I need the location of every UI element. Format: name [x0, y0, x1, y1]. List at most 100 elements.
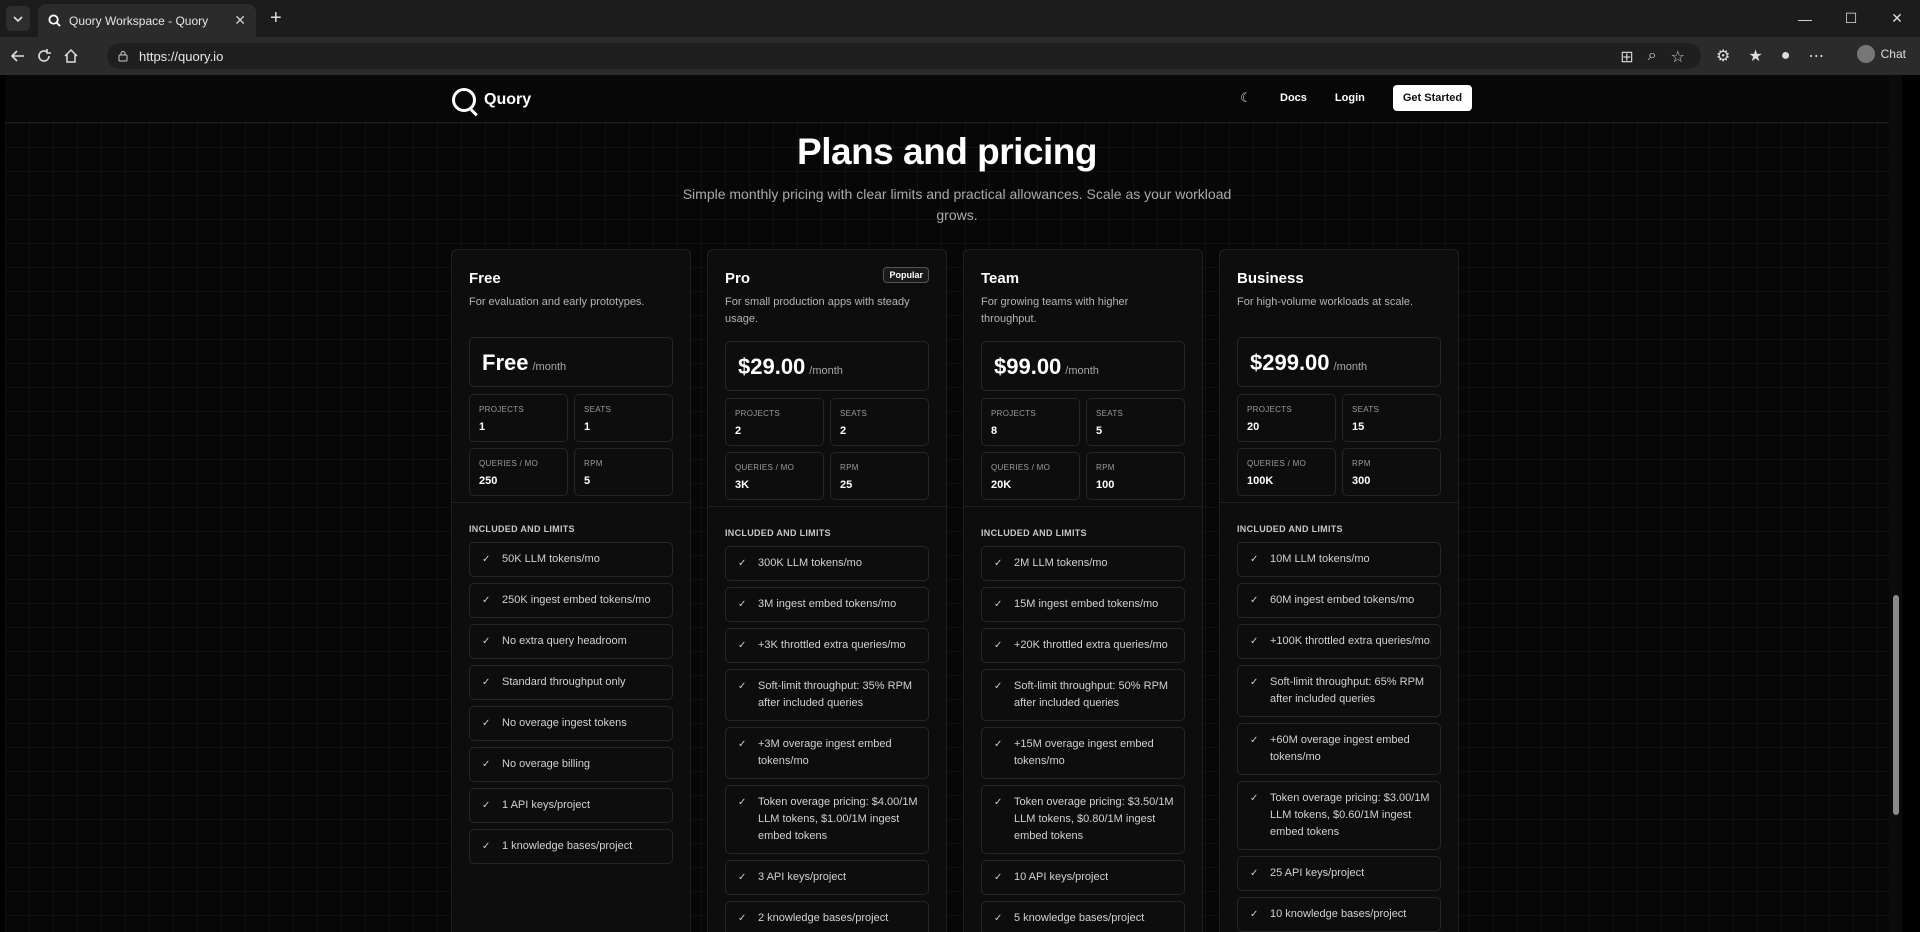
check-icon: ✓: [738, 739, 747, 750]
stat-seats: SEATS 5: [1086, 398, 1185, 446]
feature-item: ✓ Soft-limit throughput: 65% RPM after i…: [1237, 665, 1441, 717]
stat-value: 5: [1096, 425, 1103, 437]
feature-text: 10M LLM tokens/mo: [1270, 553, 1370, 565]
lock-icon: [118, 51, 128, 62]
refresh-button[interactable]: [34, 46, 54, 66]
feature-text: Soft-limit throughput: 50% RPM after inc…: [1014, 680, 1169, 709]
logo[interactable]: Quory: [452, 88, 531, 112]
plan-name: Free: [469, 270, 501, 287]
zoom-icon[interactable]: ⌕: [1648, 47, 1657, 67]
maximize-button[interactable]: ☐: [1828, 0, 1874, 37]
minimize-button[interactable]: —: [1782, 0, 1828, 37]
stat-value: 2: [840, 425, 847, 437]
refresh-icon: [38, 49, 51, 62]
scrollbar[interactable]: [1889, 75, 1902, 932]
home-button[interactable]: [61, 46, 81, 66]
card-divider: [1220, 502, 1458, 503]
feature-item: ✓ Soft-limit throughput: 50% RPM after i…: [981, 669, 1185, 721]
feature-text: 3 API keys/project: [758, 871, 847, 883]
browser-tab-active[interactable]: Quory Workspace - Quory ✕: [38, 4, 256, 37]
close-tab-icon[interactable]: ✕: [234, 12, 246, 29]
price-box: $29.00 /month: [725, 341, 929, 391]
logo-text: Quory: [484, 91, 532, 108]
stat-value: 1: [479, 421, 486, 433]
plan-name: Pro: [725, 270, 751, 287]
feature-item: ✓ 2M LLM tokens/mo: [981, 546, 1185, 581]
feature-item: ✓ +60M overage ingest embed tokens/mo: [1237, 723, 1441, 775]
stat-value: 300: [1352, 475, 1371, 487]
feature-text: 3M ingest embed tokens/mo: [758, 598, 897, 610]
feature-list: ✓ 300K LLM tokens/mo ✓ 3M ingest embed t…: [725, 546, 929, 932]
check-icon: ✓: [1250, 595, 1259, 606]
check-icon: ✓: [738, 640, 747, 651]
back-button[interactable]: [8, 46, 28, 66]
check-icon: ✓: [482, 636, 491, 647]
stat-value: 8: [991, 425, 998, 437]
split-screen-icon[interactable]: ⊞: [1620, 47, 1633, 67]
docs-link[interactable]: Docs: [1280, 92, 1307, 104]
check-icon: ✓: [1250, 636, 1259, 647]
stat-label: SEATS: [1352, 405, 1380, 414]
favorite-star-icon[interactable]: ☆: [1671, 47, 1685, 67]
plan-description: For high-volume workloads at scale.: [1237, 296, 1414, 308]
plan-stats: PROJECTS 8 SEATS 5 QUERIES / MO 20K RPM …: [981, 398, 1185, 500]
stat-label: SEATS: [584, 405, 612, 414]
feature-item: ✓ 10 API keys/project: [981, 860, 1185, 895]
profile-icon[interactable]: ●: [1781, 47, 1791, 65]
site-header: Quory ☾ Docs Login Get Started: [5, 75, 1889, 123]
check-icon: ✓: [994, 913, 1003, 924]
check-icon: ✓: [994, 797, 1003, 808]
feature-item: ✓ 3M ingest embed tokens/mo: [725, 587, 929, 622]
check-icon: ✓: [482, 677, 491, 688]
plan-stats: PROJECTS 2 SEATS 2 QUERIES / MO 3K RPM 2…: [725, 398, 929, 500]
favorites-icon[interactable]: ★: [1748, 46, 1762, 66]
feature-text: No extra query headroom: [502, 635, 627, 647]
pricing-card-pro: Pro Popular For small production apps with…: [707, 249, 947, 932]
new-tab-button[interactable]: +: [270, 8, 282, 28]
feature-item: ✓ 1 knowledge bases/project: [469, 829, 673, 864]
tab-actions-menu-button[interactable]: [6, 6, 30, 31]
plan-description: For evaluation and early prototypes.: [469, 296, 645, 308]
check-icon: ✓: [738, 872, 747, 883]
copilot-chat-button[interactable]: Chat: [1856, 45, 1906, 63]
included-title: INCLUDED AND LIMITS: [1237, 524, 1343, 534]
included-title: INCLUDED AND LIMITS: [469, 524, 575, 534]
price-box: Free /month: [469, 337, 673, 387]
feature-item: ✓ Token overage pricing: $4.00/1M LLM to…: [725, 785, 929, 854]
stat-value: 15: [1352, 421, 1365, 433]
check-icon: ✓: [482, 841, 491, 852]
feature-text: 5 knowledge bases/project: [1014, 912, 1145, 924]
browser-tab-bar: Quory Workspace - Quory ✕ + — ☐ ✕: [0, 0, 1920, 37]
url-field[interactable]: https://quory.io ⊞ ⌕ ☆: [107, 43, 1701, 69]
stat-label: QUERIES / MO: [1247, 459, 1307, 468]
theme-toggle-moon-icon[interactable]: ☾: [1237, 89, 1255, 107]
login-link[interactable]: Login: [1335, 92, 1365, 104]
stat-seats: SEATS 15: [1342, 394, 1441, 442]
feature-list: ✓ 2M LLM tokens/mo ✓ 15M ingest embed to…: [981, 546, 1185, 932]
page-title: Plans and pricing: [797, 131, 1097, 172]
included-title: INCLUDED AND LIMITS: [725, 528, 831, 538]
check-icon: ✓: [994, 640, 1003, 651]
chevron-down-icon: [13, 15, 23, 22]
feature-item: ✓ +100K throttled extra queries/mo: [1237, 624, 1441, 659]
stat-label: RPM: [840, 463, 859, 472]
arrow-left-icon: [10, 50, 24, 62]
feature-item: ✓ Token overage pricing: $3.50/1M LLM to…: [981, 785, 1185, 854]
check-icon: ✓: [738, 558, 747, 569]
scrollbar-thumb[interactable]: [1893, 595, 1899, 815]
extensions-icon[interactable]: ⚙: [1716, 46, 1730, 66]
more-menu-icon[interactable]: ⋯: [1808, 46, 1824, 66]
url-field-actions: ⊞ ⌕ ☆: [1620, 47, 1685, 67]
pricing-card-team: Team For growing teams with higher throug…: [963, 249, 1203, 932]
feature-text: +3K throttled extra queries/mo: [758, 639, 906, 651]
close-window-button[interactable]: ✕: [1874, 0, 1920, 37]
get-started-button[interactable]: Get Started: [1392, 85, 1473, 111]
feature-text: No overage billing: [502, 758, 591, 770]
feature-text: +20K throttled extra queries/mo: [1014, 639, 1168, 651]
stat-value: 1: [584, 421, 591, 433]
feature-text: 50K LLM tokens/mo: [502, 553, 600, 565]
stat-projects: PROJECTS 2: [725, 398, 824, 446]
feature-text: Soft-limit throughput: 65% RPM after inc…: [1270, 676, 1425, 705]
check-icon: ✓: [994, 599, 1003, 610]
feature-text: 1 knowledge bases/project: [502, 840, 633, 852]
